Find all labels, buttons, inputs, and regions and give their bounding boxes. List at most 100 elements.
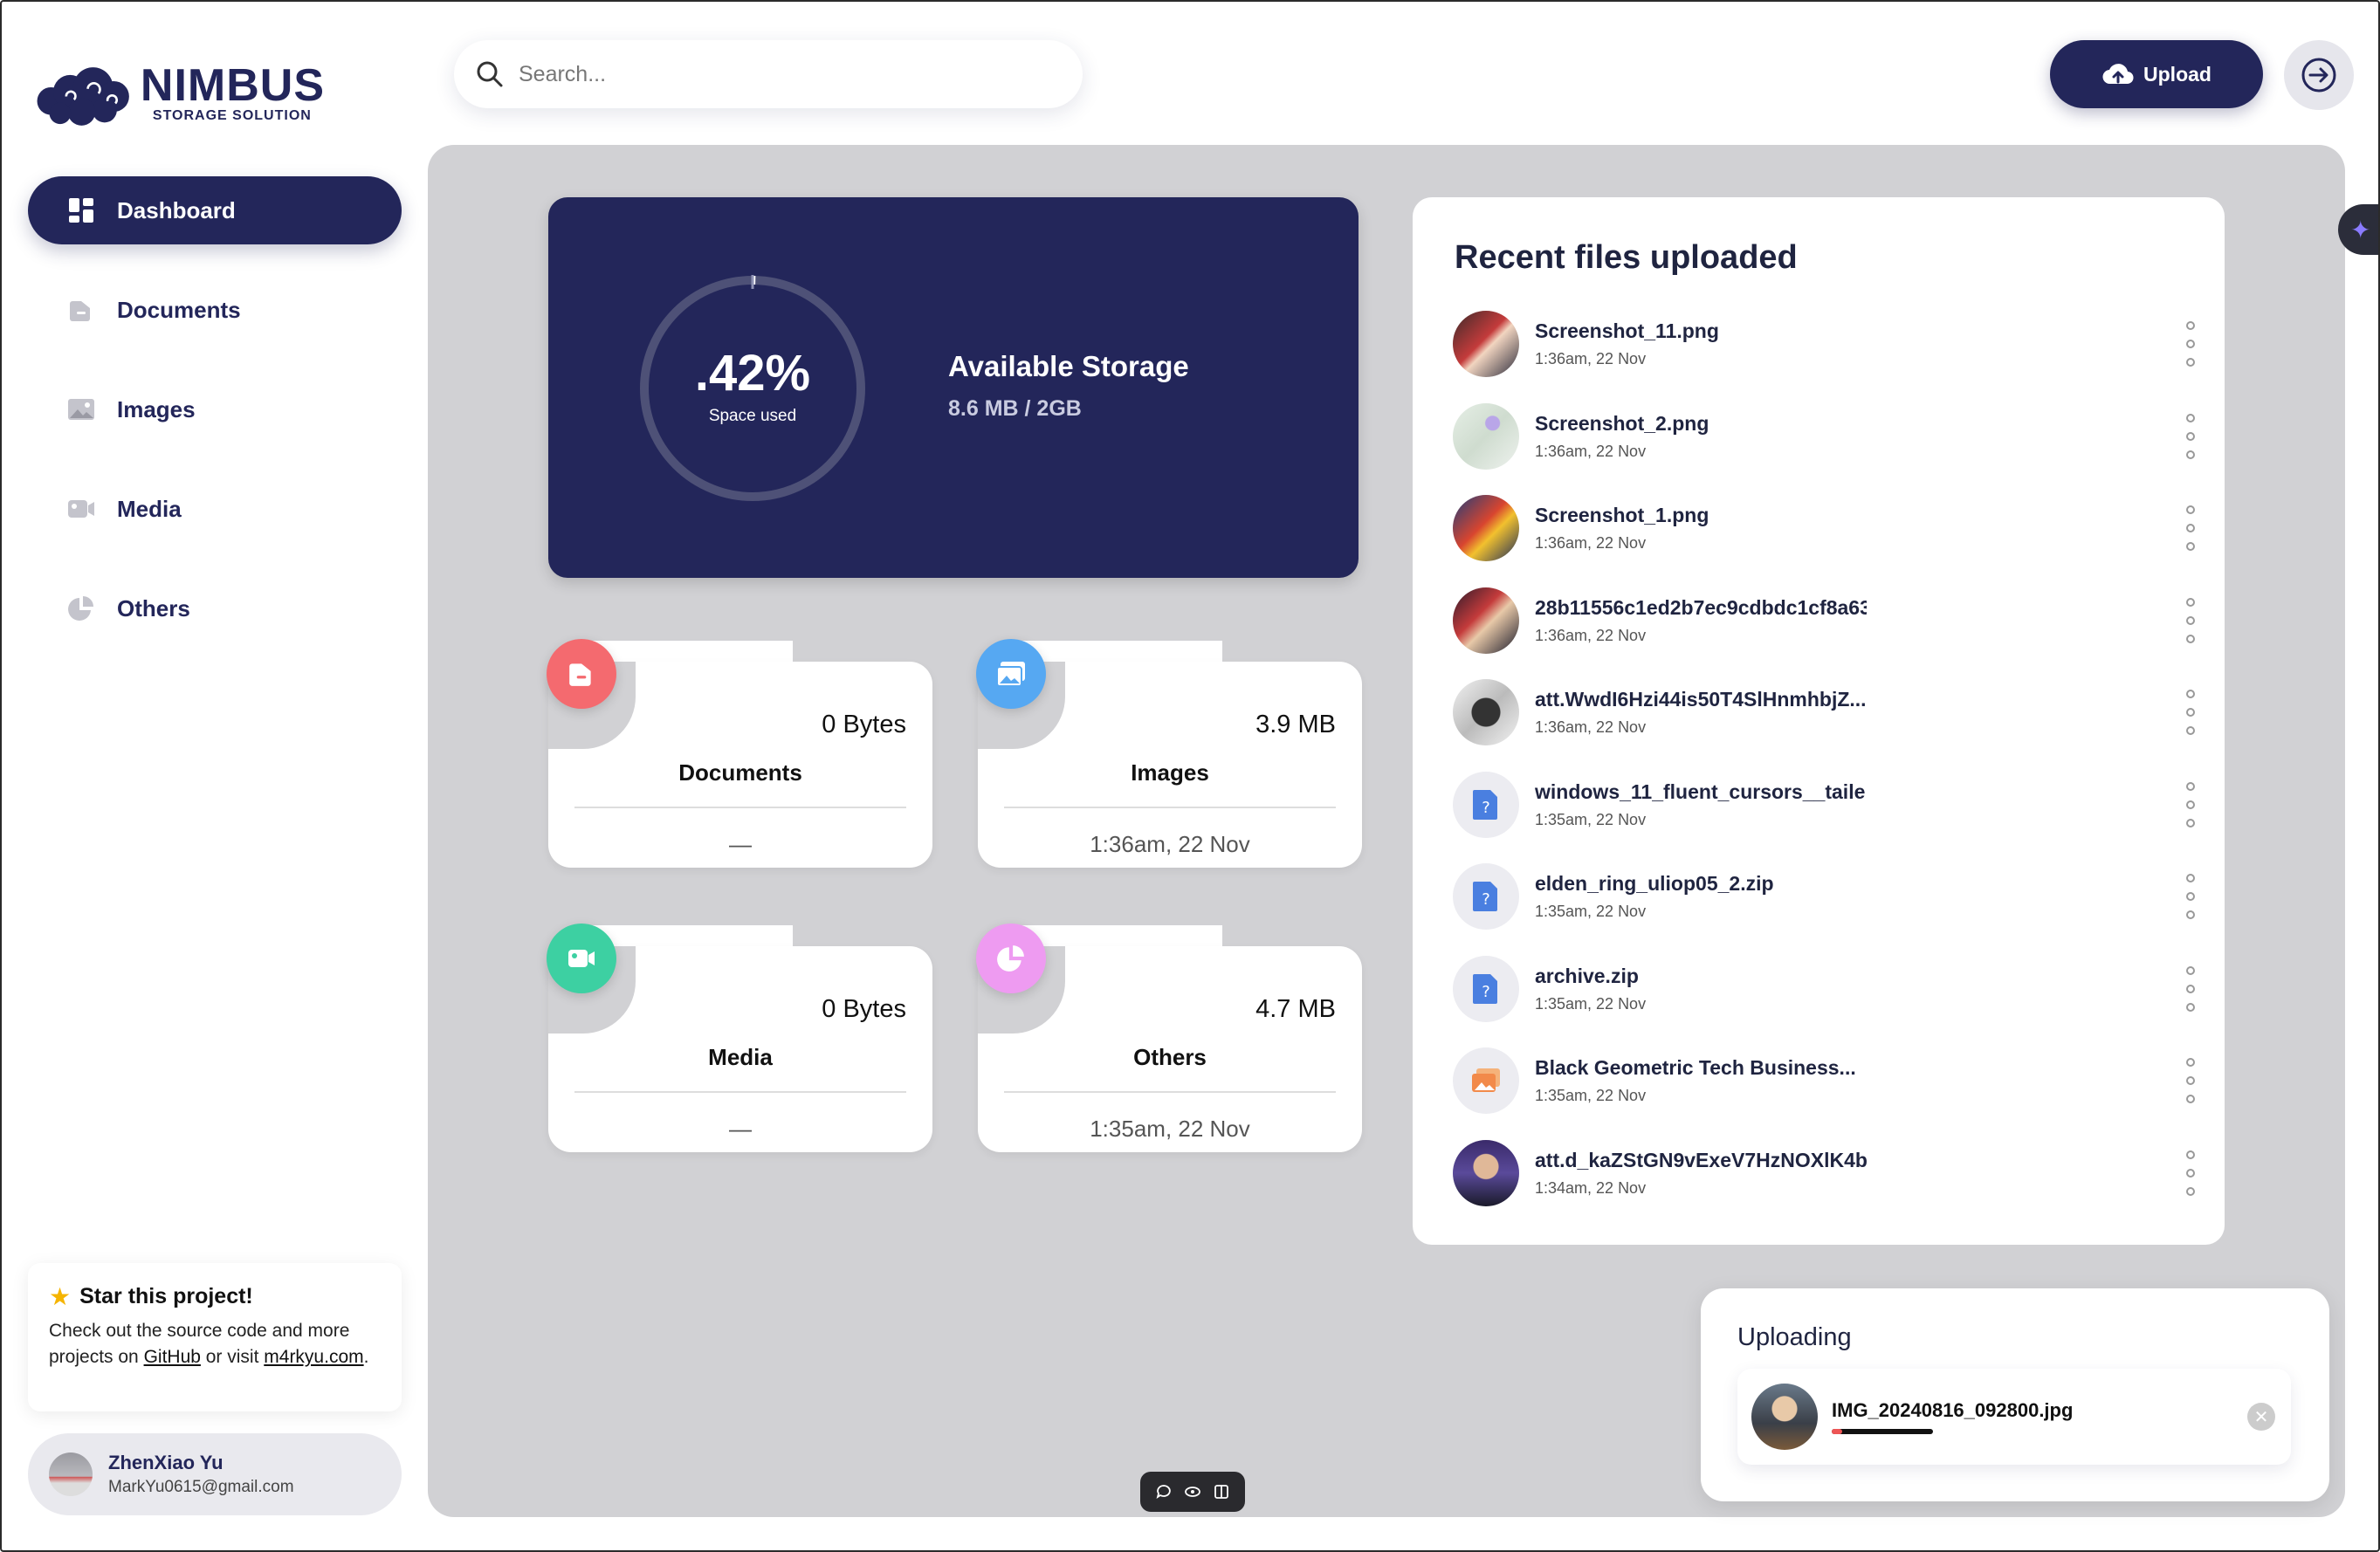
storage-percent: .42%: [694, 345, 811, 402]
file-meta: att.WwdI6Hzi44is50T4SlHnmhbjZ... 1:36am, …: [1535, 688, 2177, 737]
comment-icon[interactable]: [1154, 1482, 1173, 1501]
sidebar-item-documents[interactable]: Documents: [28, 276, 402, 344]
eye-icon[interactable]: [1183, 1482, 1202, 1501]
more-options-icon[interactable]: [2177, 410, 2204, 463]
recent-file-row[interactable]: Screenshot_11.png 1:36am, 22 Nov: [1453, 309, 2204, 379]
search-input[interactable]: [519, 61, 1042, 87]
file-thumbnail: [1453, 402, 1519, 470]
file-date: 1:35am, 22 Nov: [1535, 903, 1647, 920]
more-options-icon[interactable]: [2177, 686, 2204, 738]
more-options-icon[interactable]: [2177, 779, 2204, 831]
file-meta: Screenshot_2.png 1:36am, 22 Nov: [1535, 412, 2177, 461]
file-thumbnail: [1453, 587, 1519, 654]
star-icon: ★: [49, 1283, 72, 1310]
file-name: Screenshot_2.png: [1535, 411, 1709, 435]
star-card-text: .: [363, 1347, 369, 1367]
app-window: NIMBUS STORAGE SOLUTION Dashboard Docume…: [0, 0, 2380, 1552]
file-date: 1:36am, 22 Nov: [1535, 350, 1647, 367]
recent-file-row[interactable]: 28b11556c1ed2b7ec9cdbdc1cf8a63e 1:36am, 2…: [1453, 586, 2204, 656]
sidebar-item-others[interactable]: Others: [28, 574, 402, 642]
video-icon: [547, 924, 616, 993]
file-name: att.d_kaZStGN9vExeV7HzNOXlK4bc: [1535, 1148, 1867, 1171]
file-name: 28b11556c1ed2b7ec9cdbdc1cf8a63e: [1535, 595, 1867, 619]
website-link[interactable]: m4rkyu.com: [264, 1347, 363, 1367]
unknown-file-icon: ?: [1453, 771, 1519, 838]
category-date: —: [729, 831, 752, 857]
more-options-icon[interactable]: [2177, 870, 2204, 923]
sidebar-item-label: Documents: [117, 296, 241, 323]
image-file-icon: [1453, 1047, 1519, 1114]
more-options-icon[interactable]: [2177, 963, 2204, 1015]
star-card-title: Star this project!: [79, 1284, 253, 1308]
category-date: 1:35am, 22 Nov: [1090, 1116, 1250, 1142]
document-icon: [547, 639, 616, 709]
category-size: 3.9 MB: [1255, 711, 1336, 738]
recent-file-row[interactable]: ? archive.zip 1:35am, 22 Nov: [1453, 954, 2204, 1024]
image-icon: [976, 639, 1046, 709]
pie-chart-icon: [976, 924, 1046, 993]
file-meta: Screenshot_1.png 1:36am, 22 Nov: [1535, 504, 2177, 553]
sidebar-item-dashboard[interactable]: Dashboard: [28, 176, 402, 244]
svg-text:?: ?: [1482, 983, 1490, 1001]
category-card-others[interactable]: 4.7 MB Others 1:35am, 22 Nov: [976, 924, 1362, 1187]
upload-button[interactable]: Upload: [2050, 40, 2263, 108]
book-icon[interactable]: [1212, 1482, 1231, 1501]
upload-progress-bar: [1832, 1429, 1933, 1434]
category-card-images[interactable]: 3.9 MB Images 1:36am, 22 Nov: [976, 639, 1362, 903]
category-card-documents[interactable]: 0 Bytes Documents —: [547, 639, 932, 903]
svg-text:?: ?: [1482, 799, 1490, 817]
sidebar-item-label: Others: [117, 594, 190, 621]
floating-toolbar: [1140, 1472, 1245, 1512]
category-size: 0 Bytes: [822, 711, 906, 738]
file-date: 1:35am, 22 Nov: [1535, 810, 1647, 828]
recent-file-row[interactable]: Screenshot_1.png 1:36am, 22 Nov: [1453, 493, 2204, 563]
dashboard-icon: [66, 196, 96, 225]
nimbus-logo[interactable]: NIMBUS STORAGE SOLUTION: [28, 54, 325, 133]
more-options-icon[interactable]: [2177, 502, 2204, 554]
recent-file-row[interactable]: ? elden_ring_uliop05_2.zip 1:35am, 22 Nov: [1453, 862, 2204, 931]
unknown-file-icon: ?: [1453, 863, 1519, 930]
star-card-title-row: ★ Star this project!: [49, 1282, 381, 1311]
cloud-logo-icon: [37, 67, 129, 126]
uploading-title: Uploading: [1737, 1323, 1852, 1351]
sidebar-item-images[interactable]: Images: [28, 375, 402, 443]
recent-file-row[interactable]: ? windows_11_fluent_cursors__taile 1:35am,…: [1453, 770, 2204, 840]
more-options-icon[interactable]: [2177, 1054, 2204, 1107]
available-storage-value: 8.6 MB / 2GB: [948, 396, 1082, 421]
recent-file-row[interactable]: Screenshot_2.png 1:36am, 22 Nov: [1453, 402, 2204, 471]
file-meta: windows_11_fluent_cursors__taile 1:35am, …: [1535, 780, 2177, 829]
category-card-media[interactable]: 0 Bytes Media —: [547, 924, 932, 1187]
file-name: Black Geometric Tech Business...: [1535, 1056, 1856, 1079]
user-email: MarkYu0615@gmail.com: [108, 1478, 294, 1496]
more-options-icon[interactable]: [2177, 594, 2204, 647]
user-profile-card[interactable]: ZhenXiao Yu MarkYu0615@gmail.com: [28, 1433, 402, 1515]
recent-file-row[interactable]: att.WwdI6Hzi44is50T4SlHnmhbjZ... 1:36am, …: [1453, 677, 2204, 747]
recent-file-row[interactable]: Black Geometric Tech Business... 1:35am, …: [1453, 1046, 2204, 1116]
sidebar-item-media[interactable]: Media: [28, 475, 402, 543]
category-name: Media: [708, 1044, 773, 1070]
cancel-upload-button[interactable]: ✕: [2247, 1403, 2275, 1431]
star-project-card: ★ Star this project! Check out the sourc…: [28, 1263, 402, 1411]
storage-percent-label: Space used: [708, 407, 797, 425]
star-card-body: Check out the source code and more proje…: [49, 1318, 381, 1370]
file-meta: Screenshot_11.png 1:36am, 22 Nov: [1535, 319, 2177, 368]
file-name: att.WwdI6Hzi44is50T4SlHnmhbjZ...: [1535, 688, 1867, 711]
file-meta: 28b11556c1ed2b7ec9cdbdc1cf8a63e 1:36am, 2…: [1535, 596, 2177, 645]
unknown-file-icon: ?: [1453, 955, 1519, 1022]
file-meta: elden_ring_uliop05_2.zip 1:35am, 22 Nov: [1535, 872, 2177, 921]
file-date: 1:34am, 22 Nov: [1535, 1178, 1647, 1197]
file-meta: archive.zip 1:35am, 22 Nov: [1535, 965, 2177, 1013]
github-link[interactable]: GitHub: [144, 1347, 201, 1367]
others-icon: [66, 594, 96, 623]
svg-text:?: ?: [1482, 890, 1490, 909]
search-bar[interactable]: [454, 40, 1083, 108]
more-options-icon[interactable]: [2177, 1147, 2204, 1199]
more-options-icon[interactable]: [2177, 318, 2204, 370]
file-date: 1:36am, 22 Nov: [1535, 534, 1647, 552]
logout-icon: [2301, 58, 2336, 93]
recent-file-row[interactable]: att.d_kaZStGN9vExeV7HzNOXlK4bc 1:34am, 22…: [1453, 1138, 2204, 1208]
logout-button[interactable]: [2284, 40, 2354, 110]
category-name: Images: [1131, 759, 1209, 786]
file-thumbnail: [1453, 495, 1519, 561]
available-storage-title: Available Storage: [948, 350, 1189, 382]
